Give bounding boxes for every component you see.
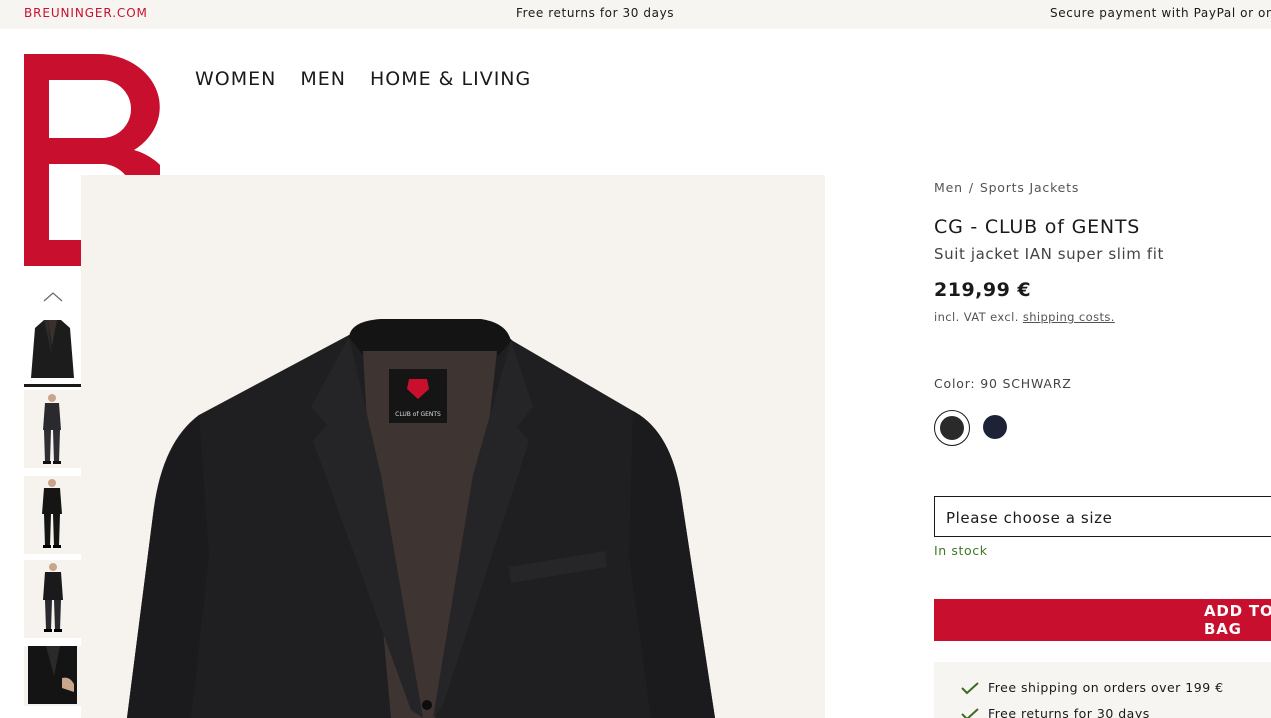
nav-women[interactable]: WOMEN	[195, 68, 276, 90]
color-swatch-navy[interactable]	[978, 410, 1014, 446]
product-brand[interactable]: CG - CLUB of GENTS	[934, 216, 1140, 238]
thumbnail-model-front[interactable]	[24, 476, 81, 554]
swatch-fill-navy	[983, 415, 1007, 439]
product-main-image[interactable]: CLUB of GENTS	[81, 175, 825, 718]
breadcrumb-separator: /	[968, 180, 974, 195]
main-nav: WOMEN MEN HOME & LIVING	[195, 68, 531, 90]
size-select[interactable]: Please choose a size	[934, 496, 1271, 537]
promo-payment: Secure payment with PayPal or on account	[1050, 6, 1271, 20]
nav-home-living[interactable]: HOME & LIVING	[370, 68, 531, 90]
benefit-text: Free returns for 30 days	[988, 706, 1150, 718]
vat-text: incl. VAT excl.	[934, 310, 1019, 324]
check-icon	[961, 707, 979, 718]
thumbnail-jacket-front[interactable]	[24, 316, 81, 382]
breadcrumb-sports-jackets[interactable]: Sports Jackets	[980, 180, 1079, 195]
breadcrumb-men[interactable]: Men	[934, 180, 963, 195]
add-to-bag-button[interactable]: ADD TO BAG	[934, 599, 1271, 641]
product-name: Suit jacket IAN super slim fit	[934, 245, 1165, 263]
site-link[interactable]: BREUNINGER.COM	[24, 6, 148, 20]
thumbnail-model-side[interactable]	[24, 560, 81, 638]
promo-bar: BREUNINGER.COM Free returns for 30 days …	[0, 0, 1271, 29]
benefits-box: Free shipping on orders over 199 € Free …	[934, 662, 1271, 718]
swatch-fill-schwarz	[940, 416, 964, 440]
check-icon	[961, 681, 979, 694]
thumbnail-detail[interactable]	[24, 646, 81, 706]
promo-returns: Free returns for 30 days	[516, 6, 675, 20]
benefit-free-returns: Free returns for 30 days	[960, 706, 1150, 718]
color-swatch-schwarz[interactable]	[934, 410, 970, 446]
svg-text:CLUB of GENTS: CLUB of GENTS	[395, 411, 441, 418]
benefit-free-shipping: Free shipping on orders over 199 €	[960, 680, 1224, 695]
benefit-text: Free shipping on orders over 199 €	[988, 680, 1224, 695]
shipping-costs-link[interactable]: shipping costs.	[1023, 310, 1115, 324]
nav-men[interactable]: MEN	[300, 68, 346, 90]
color-label: Color: 90 SCHWARZ	[934, 376, 1072, 391]
chevron-up-icon[interactable]	[42, 288, 64, 302]
stock-status: In stock	[934, 543, 988, 558]
thumbnail-active-indicator	[24, 384, 81, 387]
thumbnail-model-full[interactable]	[24, 390, 81, 468]
breadcrumb: Men / Sports Jackets	[934, 180, 1079, 195]
product-price: 219,99 €	[934, 279, 1032, 301]
vat-note: incl. VAT excl. shipping costs.	[934, 310, 1115, 324]
